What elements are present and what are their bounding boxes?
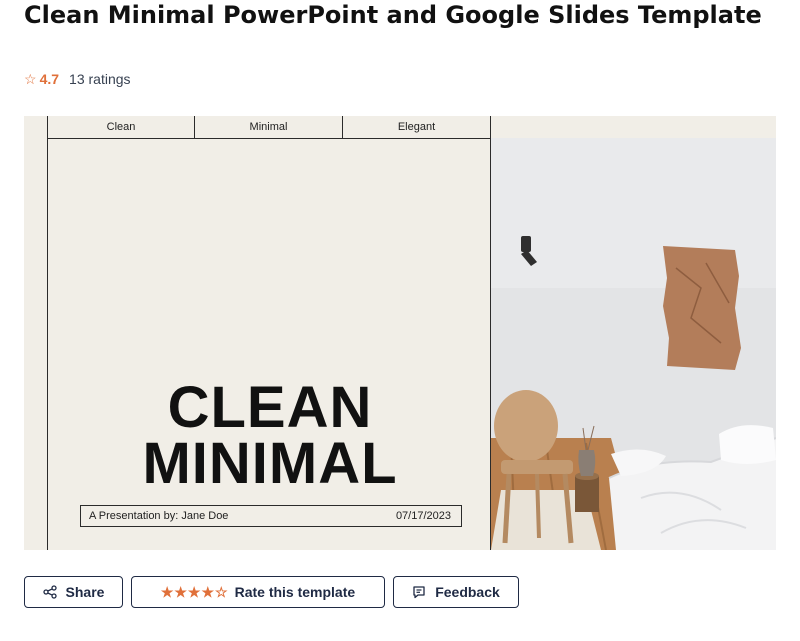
rate-template-button[interactable]: ★★★★☆ Rate this template: [131, 576, 385, 608]
slide-headline-line2: MINIMAL: [142, 431, 398, 496]
slide-date: 07/17/2023: [395, 510, 451, 522]
message-icon: [412, 585, 426, 599]
bedroom-photo: [491, 138, 776, 550]
slide-frame-line: [47, 116, 48, 550]
slide-presenter: A Presentation by: Jane Doe: [89, 510, 229, 522]
slide-tag: Elegant: [397, 121, 436, 133]
feedback-label: Feedback: [435, 584, 500, 600]
rating-summary: ☆ 4.7 13 ratings: [24, 70, 131, 88]
share-icon: [42, 585, 57, 599]
rate-label: Rate this template: [234, 584, 356, 600]
rating-score: 4.7: [39, 71, 60, 87]
page-title: Clean Minimal PowerPoint and Google Slid…: [24, 1, 762, 29]
star-icon: ☆: [24, 70, 37, 87]
star-icon: ★★★★☆: [160, 583, 229, 600]
share-label: Share: [65, 584, 105, 600]
share-button[interactable]: Share: [24, 576, 123, 608]
slide-byline: A Presentation by: Jane Doe 07/17/2023: [80, 505, 462, 527]
slide-preview[interactable]: Clean Minimal Elegant CLEAN MINIMAL A Pr…: [24, 116, 776, 550]
slide-tag: Minimal: [249, 121, 288, 133]
slide-headline-line1: CLEAN: [167, 375, 373, 440]
feedback-button[interactable]: Feedback: [393, 576, 519, 608]
slide-headline: CLEAN MINIMAL: [80, 375, 460, 496]
rating-count: 13 ratings: [69, 71, 131, 87]
slide-tag: Clean: [106, 121, 136, 133]
